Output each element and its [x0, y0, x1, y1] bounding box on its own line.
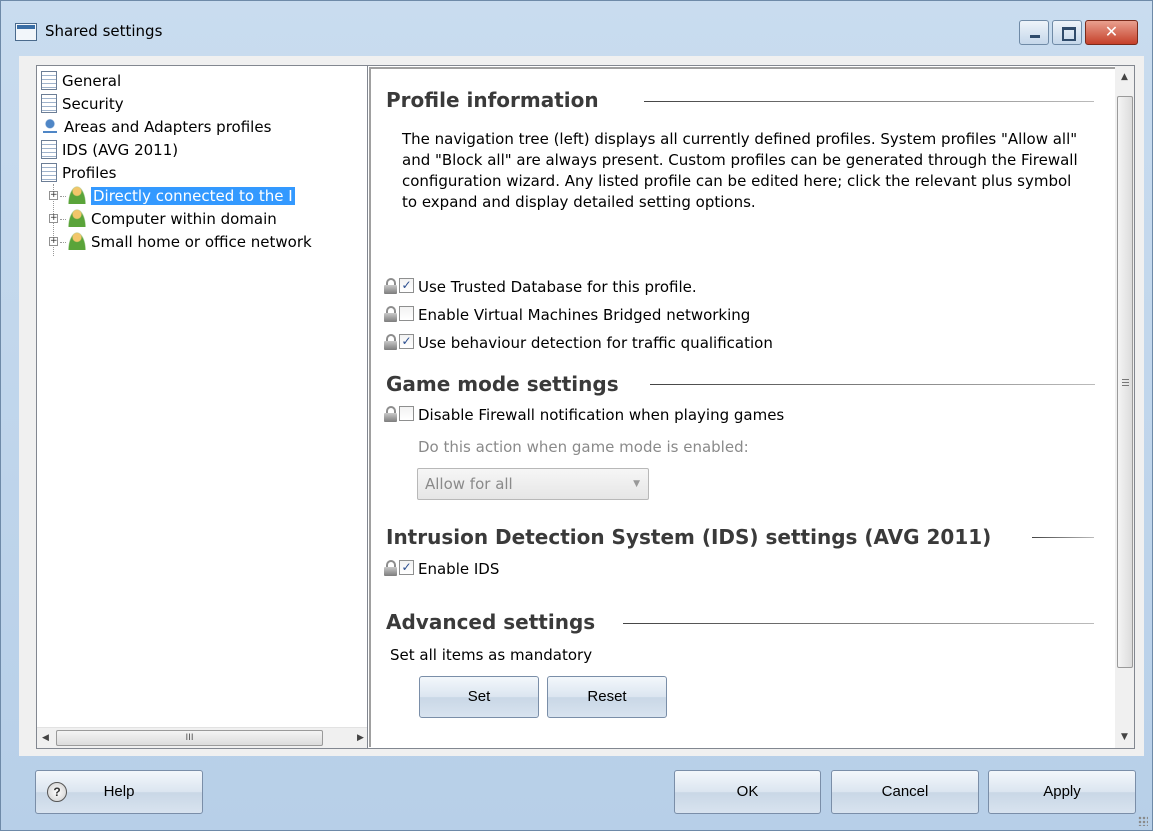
tree-item-security[interactable]: Security [41, 93, 124, 115]
scrollbar-thumb[interactable]: III [56, 730, 323, 746]
help-label: Help [103, 783, 135, 800]
document-icon [41, 163, 57, 182]
option-label: Use behaviour detection for traffic qual… [418, 334, 773, 352]
section-divider [650, 384, 1095, 385]
tree-item-areas-adapters[interactable]: Areas and Adapters profiles [41, 116, 271, 138]
game-mode-action-value: Allow for all [425, 475, 513, 493]
maximize-button[interactable] [1052, 20, 1082, 45]
tree-item-label: IDS (AVG 2011) [62, 141, 179, 159]
tree-item-label: Small home or office network [91, 233, 312, 251]
enable-ids-checkbox[interactable]: ✓ [399, 560, 414, 575]
title-bar[interactable]: Shared settings ✕ [1, 1, 1152, 57]
profile-description: The navigation tree (left) displays all … [402, 130, 1078, 211]
tree-item-ids[interactable]: IDS (AVG 2011) [41, 139, 178, 161]
user-profile-icon [68, 231, 86, 250]
enable-ids-option[interactable]: ✓ Enable IDS [384, 558, 499, 580]
shared-settings-window: Shared settings ✕ General Security Areas… [0, 0, 1153, 831]
tree-item-profile-direct[interactable]: + Directly connected to the I [49, 185, 295, 207]
window-title: Shared settings [45, 22, 163, 40]
tree-item-label: Security [62, 95, 124, 113]
ids-settings-heading: Intrusion Detection System (IDS) setting… [386, 525, 992, 549]
scroll-left-icon[interactable]: ◀ [37, 728, 54, 749]
settings-vertical-scrollbar[interactable]: ▲ ▼ [1115, 66, 1134, 748]
disable-firewall-notification-option[interactable]: Disable Firewall notification when playi… [384, 404, 784, 426]
tree-item-label: Directly connected to the I [91, 187, 295, 205]
help-icon: ? [47, 782, 67, 802]
option-label: Enable Virtual Machines Bridged networki… [418, 306, 751, 324]
vm-bridged-networking-option[interactable]: Enable Virtual Machines Bridged networki… [384, 304, 750, 326]
lock-icon[interactable] [384, 559, 397, 576]
trusted-database-checkbox[interactable]: ✓ [399, 278, 414, 293]
ok-button[interactable]: OK [674, 770, 821, 814]
tree-horizontal-scrollbar[interactable]: ◀ III ▶ [37, 727, 369, 748]
scroll-up-icon[interactable]: ▲ [1115, 68, 1134, 86]
lock-icon[interactable] [384, 333, 397, 350]
section-divider [1032, 537, 1094, 538]
game-mode-action-select[interactable]: Allow for all ▼ [417, 468, 649, 500]
option-label: Use Trusted Database for this profile. [418, 278, 697, 296]
vm-bridged-networking-checkbox[interactable] [399, 306, 414, 321]
expand-icon[interactable]: + [49, 191, 58, 200]
settings-panel: Profile information The navigation tree … [367, 65, 1135, 749]
profile-information-heading: Profile information [386, 88, 599, 112]
option-label: Enable IDS [418, 560, 500, 578]
tree-item-profiles[interactable]: Profiles [41, 162, 116, 184]
trusted-database-option[interactable]: ✓ Use Trusted Database for this profile. [384, 276, 697, 298]
scroll-down-icon[interactable]: ▼ [1115, 728, 1134, 746]
navigation-tree: General Security Areas and Adapters prof… [36, 65, 370, 749]
expand-icon[interactable]: + [49, 214, 58, 223]
minimize-button[interactable] [1019, 20, 1049, 45]
close-button[interactable]: ✕ [1085, 20, 1138, 45]
expand-icon[interactable]: + [49, 237, 58, 246]
user-profile-icon [68, 208, 86, 227]
advanced-settings-heading: Advanced settings [386, 610, 596, 634]
game-mode-action-label: Do this action when game mode is enabled… [418, 438, 749, 456]
document-icon [41, 140, 57, 159]
lock-icon[interactable] [384, 405, 397, 422]
section-divider [644, 101, 1094, 102]
chevron-down-icon: ▼ [633, 479, 640, 489]
set-mandatory-label: Set all items as mandatory [390, 646, 593, 664]
help-button[interactable]: ? Help [35, 770, 203, 814]
user-profile-icon [68, 185, 86, 204]
option-label: Disable Firewall notification when playi… [418, 406, 785, 424]
reset-button[interactable]: Reset [547, 676, 667, 718]
app-window-icon [15, 23, 37, 41]
scrollbar-thumb[interactable] [1117, 96, 1133, 668]
tree-item-label: General [62, 72, 122, 90]
cancel-button[interactable]: Cancel [831, 770, 979, 814]
behaviour-detection-option[interactable]: ✓ Use behaviour detection for traffic qua… [384, 332, 773, 354]
tree-item-label: Profiles [62, 164, 117, 182]
lock-icon[interactable] [384, 277, 397, 294]
behaviour-detection-checkbox[interactable]: ✓ [399, 334, 414, 349]
tree-item-label: Computer within domain [91, 210, 277, 228]
resize-grip[interactable] [1138, 816, 1148, 826]
document-icon [41, 71, 57, 90]
set-button[interactable]: Set [419, 676, 539, 718]
disable-firewall-notification-checkbox[interactable] [399, 406, 414, 421]
tree-item-general[interactable]: General [41, 70, 121, 92]
lock-icon[interactable] [384, 305, 397, 322]
tree-item-profile-domain[interactable]: + Computer within domain [49, 208, 277, 230]
document-icon [41, 94, 57, 113]
network-icon [41, 118, 59, 135]
section-divider [623, 623, 1094, 624]
close-icon: ✕ [1104, 22, 1119, 41]
tree-item-profile-small-network[interactable]: + Small home or office network [49, 231, 312, 253]
apply-button[interactable]: Apply [988, 770, 1136, 814]
content-area: General Security Areas and Adapters prof… [19, 56, 1144, 756]
game-mode-heading: Game mode settings [386, 372, 619, 396]
tree-item-label: Areas and Adapters profiles [64, 118, 272, 136]
